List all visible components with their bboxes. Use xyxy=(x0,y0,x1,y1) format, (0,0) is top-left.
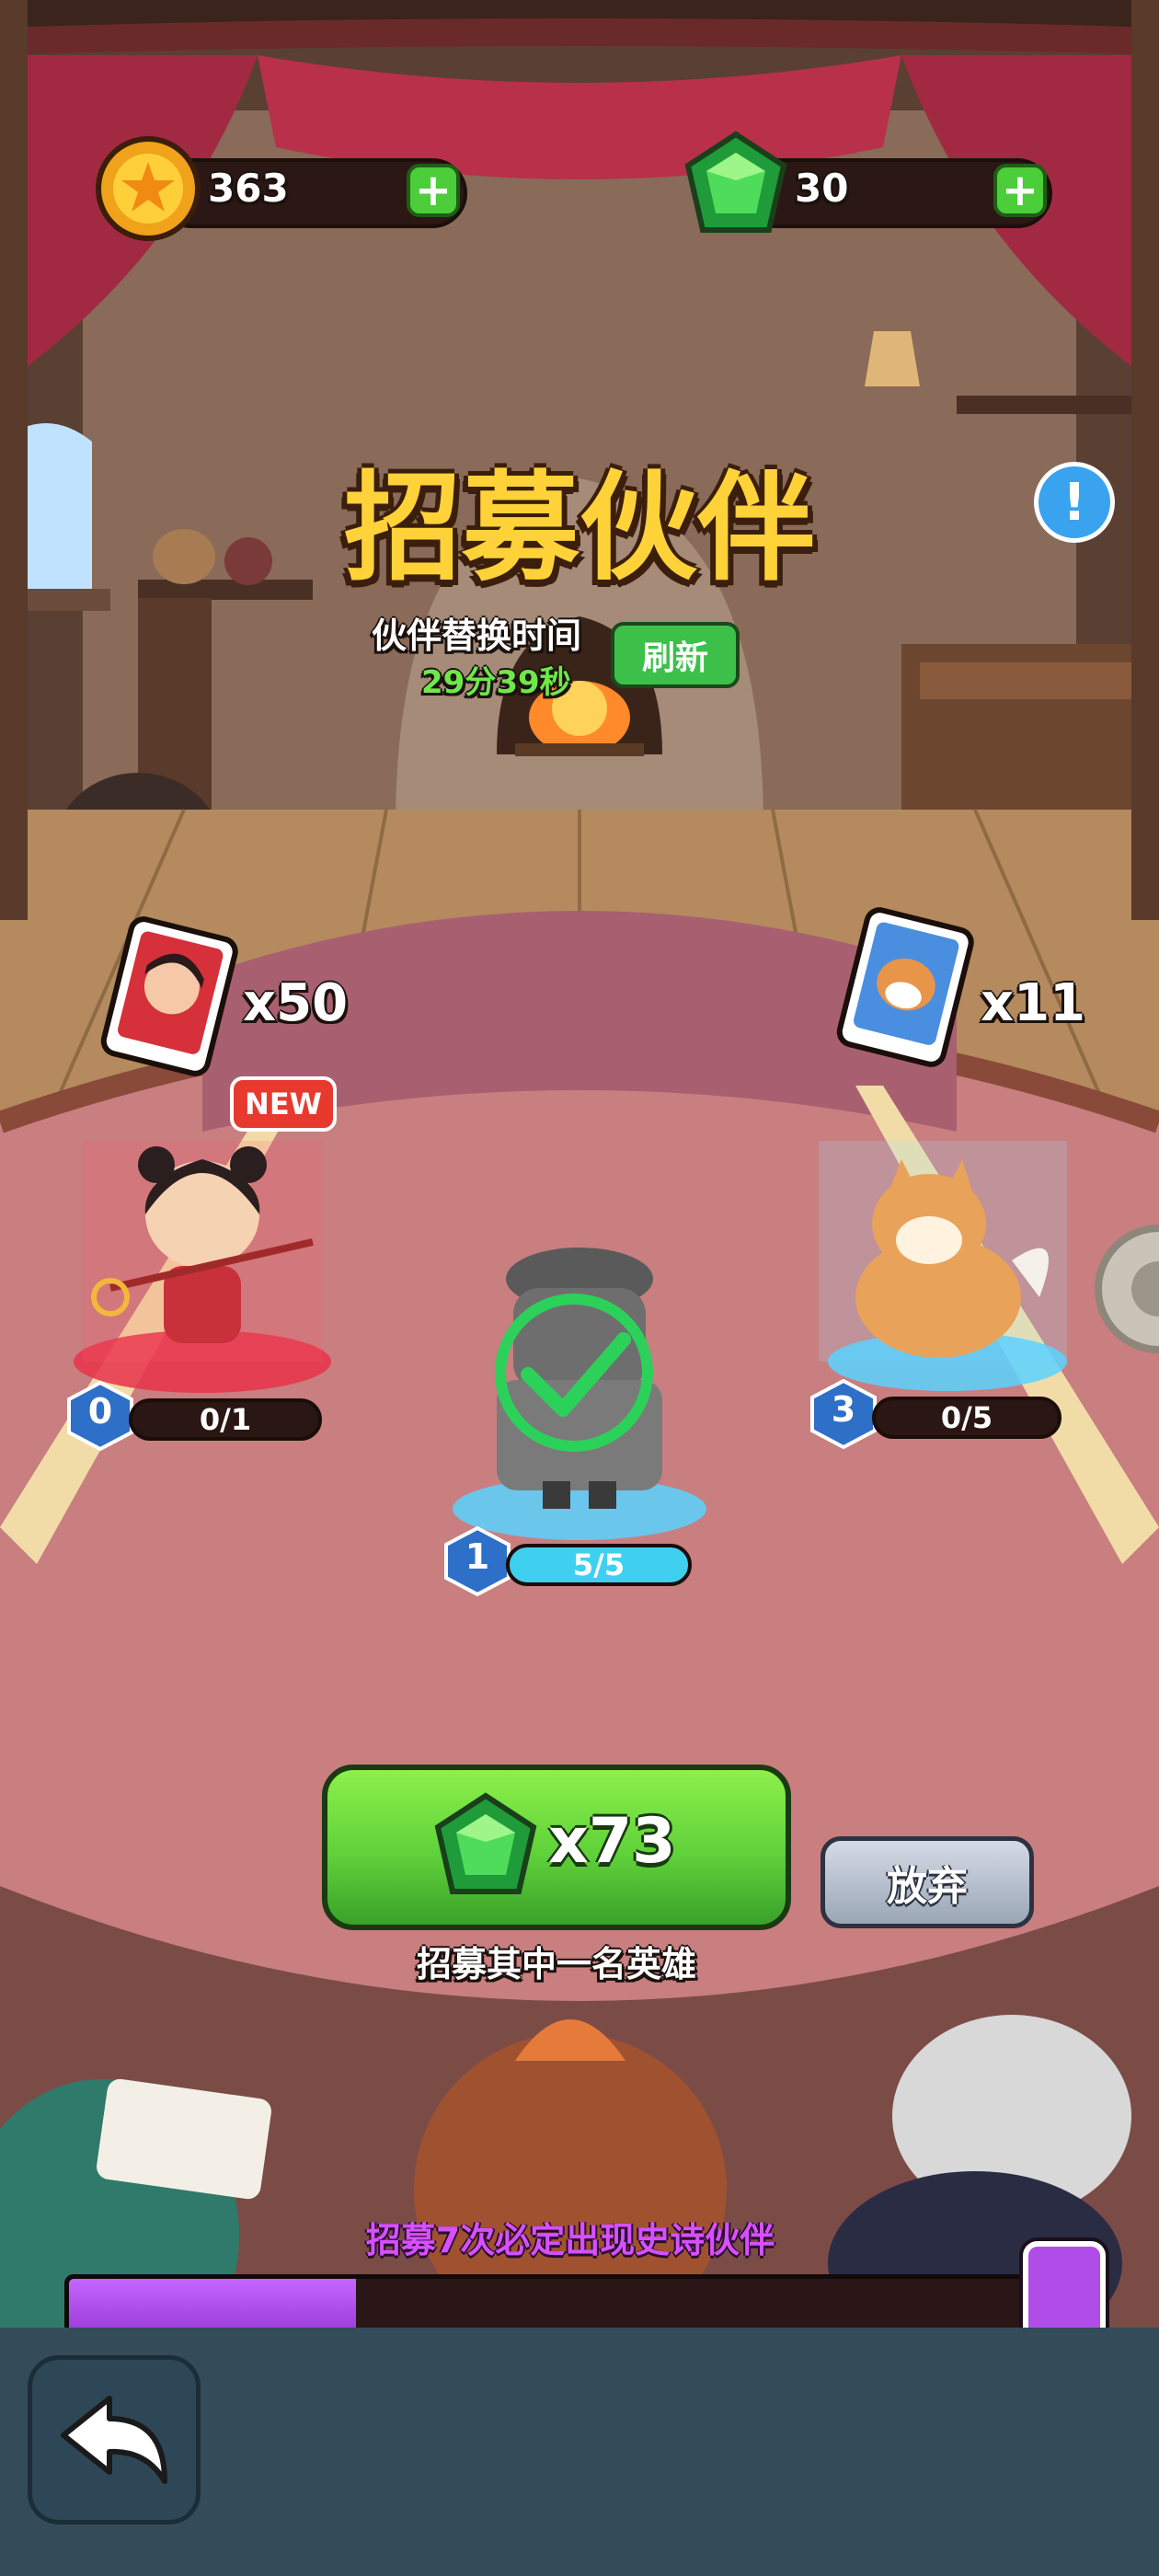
hero-progress-text: 0/1 xyxy=(199,1402,252,1437)
hero-progress-bar: 0/5 xyxy=(872,1397,1061,1439)
hero-progress-text: 5/5 xyxy=(572,1547,625,1582)
refresh-label: 伙伴替换时间 xyxy=(372,615,582,656)
hero-slot-right[interactable]: 3 0/5 xyxy=(800,1067,1095,1454)
card-count-right: x11 xyxy=(981,973,1086,1033)
hero-slot-center[interactable]: 1 5/5 xyxy=(432,1242,727,1601)
refresh-timer: 29分39秒 xyxy=(421,664,571,701)
pity-reward-card[interactable] xyxy=(1023,2241,1106,2328)
pity-progress-fill xyxy=(69,2279,356,2328)
gem-icon xyxy=(434,1792,537,1894)
hero-shiba-dog xyxy=(819,1141,1067,1391)
hero-warrior-girl xyxy=(74,1141,331,1393)
hero-level: 0 xyxy=(87,1391,113,1432)
recruit-cost: x73 xyxy=(548,1805,676,1878)
hero-progress-bar: 0/1 xyxy=(129,1398,322,1441)
coin-icon xyxy=(96,136,201,241)
pity-progress-bar xyxy=(64,2274,1030,2328)
coin-amount: 363 xyxy=(208,166,289,211)
plus-icon: + xyxy=(414,165,453,216)
abandon-button[interactable]: 放弃 xyxy=(820,1836,1034,1928)
back-arrow-icon xyxy=(61,2396,167,2484)
hero-card-right xyxy=(836,907,974,1067)
back-button[interactable] xyxy=(28,2355,201,2524)
refresh-button[interactable]: 刷新 xyxy=(611,622,740,688)
hero-progress-bar: 5/5 xyxy=(506,1544,692,1586)
add-coins-button[interactable]: + xyxy=(407,164,460,217)
card-count-left: x50 xyxy=(243,973,349,1033)
gem-icon xyxy=(684,131,787,233)
plus-icon: + xyxy=(1001,165,1039,216)
recruit-button[interactable]: x73 xyxy=(322,1765,791,1930)
gem-amount: 30 xyxy=(795,166,849,211)
add-gems-button[interactable]: + xyxy=(993,164,1047,217)
bottom-bar xyxy=(0,2328,1159,2576)
pity-text: 招募7次必定出现史诗伙伴 xyxy=(365,2220,775,2260)
page-title: 招募伙伴 xyxy=(343,460,815,597)
hero-level: 3 xyxy=(831,1389,856,1430)
hero-level: 1 xyxy=(465,1536,490,1577)
hero-progress-text: 0/5 xyxy=(940,1400,993,1435)
hero-slot-left[interactable]: NEW 0 0/1 xyxy=(55,1067,350,1454)
settings-gear-icon[interactable] xyxy=(1091,1220,1159,1358)
recruit-scene: 363 + 30 + ! 招募伙伴 伙伴替换时间 29分39秒 刷新 x50 x… xyxy=(0,0,1159,2328)
hero-card-left xyxy=(100,916,238,1076)
recruit-caption: 招募其中一名英雄 xyxy=(416,1944,696,1984)
checkmark-icon xyxy=(495,1294,653,1452)
